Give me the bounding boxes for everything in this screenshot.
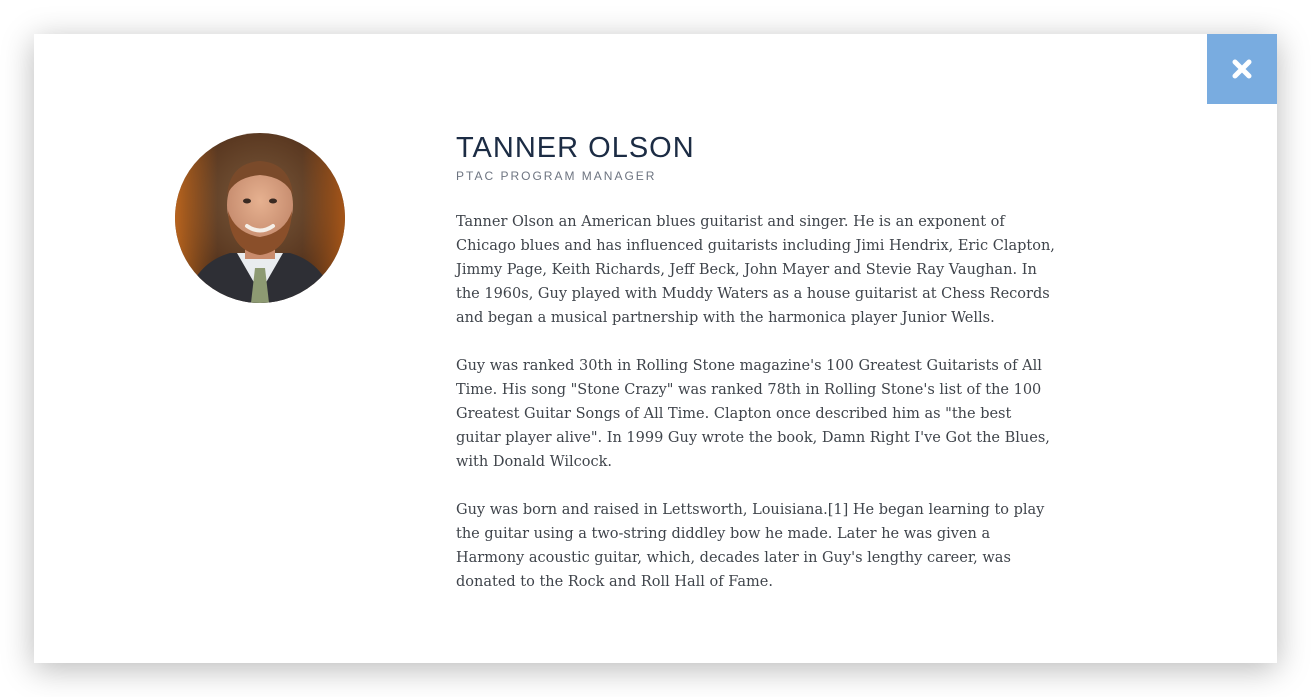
- profile-title: PTAC PROGRAM MANAGER: [456, 169, 657, 183]
- bio-paragraph: Guy was born and raised in Lettsworth, L…: [456, 502, 1045, 590]
- close-icon: [1231, 58, 1253, 80]
- close-button[interactable]: [1207, 34, 1277, 104]
- profile-photo: [175, 133, 345, 303]
- profile-name: TANNER OLSON: [456, 132, 695, 164]
- bio-paragraph: Tanner Olson an American blues guitarist…: [456, 214, 1055, 326]
- profile-bio: Tanner Olson an American blues guitarist…: [456, 210, 1056, 594]
- avatar: [175, 133, 345, 303]
- bio-paragraph: Guy was ranked 30th in Rolling Stone mag…: [456, 358, 1050, 470]
- profile-modal: TANNER OLSON PTAC PROGRAM MANAGER Tanner…: [34, 34, 1277, 663]
- profile-content: TANNER OLSON PTAC PROGRAM MANAGER Tanner…: [456, 130, 1056, 618]
